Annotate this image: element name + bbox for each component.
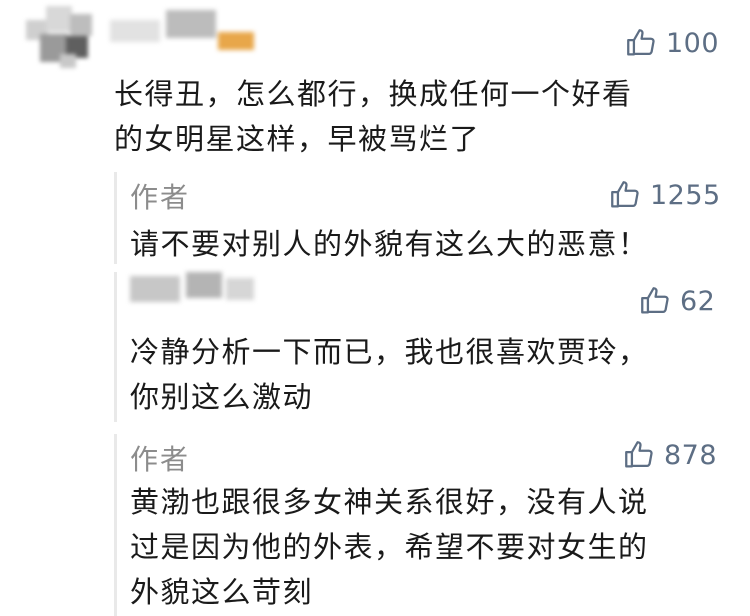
reply-line: 黄渤也跟很多女神关系很好，没有人说 bbox=[130, 485, 649, 519]
like-button[interactable]: 878 bbox=[622, 438, 717, 472]
reply-text: 黄渤也跟很多女神关系很好，没有人说 过是因为他的外表，希望不要对女生的 外貌这么… bbox=[130, 480, 649, 615]
reply-author[interactable]: 作者 bbox=[130, 176, 190, 216]
thumbs-up-icon bbox=[625, 441, 653, 468]
blurred-reply-author[interactable] bbox=[130, 270, 260, 310]
reply-line: 请不要对别人的外貌有这么大的恶意！ bbox=[130, 227, 649, 261]
like-count: 62 bbox=[680, 285, 716, 317]
like-button[interactable]: 1255 bbox=[608, 178, 721, 212]
reply-text: 请不要对别人的外貌有这么大的恶意！ bbox=[130, 222, 649, 267]
reply-text: 冷静分析一下而已，我也很喜欢贾玲， 你别这么激动 bbox=[130, 330, 649, 420]
reply-line: 冷静分析一下而已，我也很喜欢贾玲， bbox=[130, 335, 649, 369]
thumbs-up-icon bbox=[611, 181, 639, 208]
comment-text: 长得丑，怎么都行，换成任何一个好看 的女明星这样，早被骂烂了 bbox=[114, 72, 633, 162]
like-button[interactable]: 100 bbox=[624, 26, 719, 60]
like-count: 100 bbox=[666, 27, 720, 59]
like-count: 1255 bbox=[650, 179, 721, 211]
comment-line: 的女明星这样，早被骂烂了 bbox=[114, 122, 481, 156]
reply-line: 过是因为他的外表，希望不要对女生的 bbox=[130, 530, 649, 564]
like-count: 878 bbox=[664, 439, 718, 471]
reply-line: 外貌这么苛刻 bbox=[130, 575, 314, 609]
thumbs-up-icon bbox=[641, 287, 669, 314]
reply-author[interactable]: 作者 bbox=[130, 438, 190, 478]
like-button[interactable]: 62 bbox=[638, 284, 715, 318]
reply-line: 你别这么激动 bbox=[130, 380, 314, 414]
blurred-avatar-icon[interactable] bbox=[26, 6, 96, 68]
thumbs-up-icon bbox=[627, 29, 655, 56]
blurred-username[interactable] bbox=[110, 10, 270, 56]
comment-line: 长得丑，怎么都行，换成任何一个好看 bbox=[114, 77, 633, 111]
